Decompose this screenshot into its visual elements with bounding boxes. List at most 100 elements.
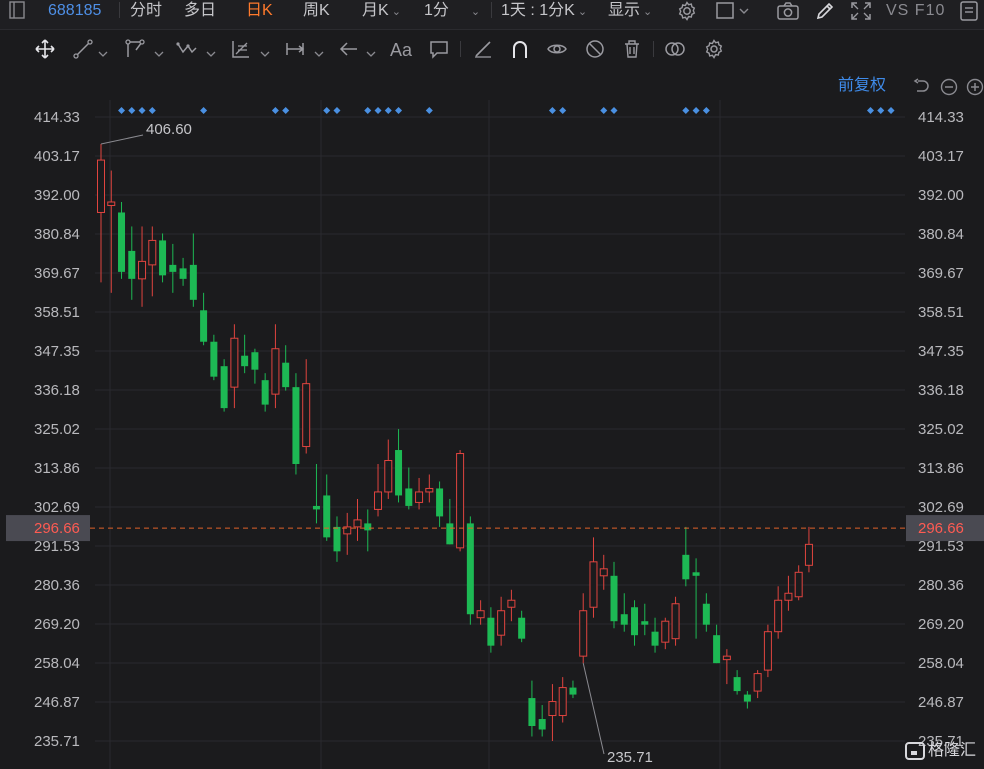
candle-body-up [579,610,588,657]
ruler-icon[interactable] [472,38,500,62]
settings-gear-icon[interactable] [676,0,700,24]
event-marker [395,107,403,114]
candle-body-down [743,694,751,702]
polyline-icon[interactable] [124,38,152,62]
compare-f10-label[interactable]: VS F10 [886,0,945,22]
range-icon[interactable] [284,38,312,62]
event-marker [364,107,372,114]
candle-body-up [476,610,485,619]
event-marker [333,107,341,114]
candlestick-chart[interactable]: 414.33 414.33 403.17 403.17 392.00 392.00 380.… [0,70,984,769]
watermark-logo-icon [905,742,925,760]
y-tick-label-left: 392.00 [34,187,80,204]
y-tick-label-right: 336.18 [918,382,964,399]
candle-body-down [733,677,741,692]
chevron-down-icon[interactable] [366,45,376,57]
tab-intraday[interactable]: 分时 [130,0,162,22]
candle-body-down [169,264,177,272]
trash-icon[interactable] [621,38,649,62]
y-tick-label-right: 403.17 [918,148,964,165]
candle-body-up [271,348,280,395]
chart-area[interactable]: 414.33 414.33 403.17 403.17 392.00 392.00 380.… [0,70,984,769]
candle-body-down [189,264,197,300]
candle-body-down [487,617,495,646]
move-icon[interactable] [34,38,62,62]
candle-body-down [631,607,639,636]
fib-icon[interactable] [230,38,258,62]
y-tick-label-left: 269.20 [34,616,80,633]
event-marker [128,107,136,114]
tab-daily-k[interactable]: 日K [246,0,273,22]
layout-icon[interactable] [715,0,749,24]
link-icon[interactable] [664,38,692,62]
min-label-leader [582,663,605,755]
text-tool[interactable]: Aa [390,39,412,61]
candle-body-up [302,383,311,448]
event-marker [118,107,126,114]
tab-weekly-k[interactable]: 周K [303,0,330,22]
period-select-value: 1天 : 1分K [501,2,575,19]
sidebar-toggle-icon[interactable] [8,0,32,24]
y-tick-label-right: 280.36 [918,577,964,594]
candle-body-down [333,526,341,552]
y-tick-label-left: 280.36 [34,577,80,594]
tab-multiday[interactable]: 多日 [184,0,216,22]
pencil-icon[interactable] [814,0,838,24]
current-price-label-right: 296.66 [918,520,964,537]
y-tick-label-right: 369.67 [918,265,964,282]
settings-icon[interactable] [703,38,731,62]
y-tick-label-right: 347.35 [918,343,964,360]
window-icon[interactable] [958,0,982,24]
event-marker [374,107,382,114]
candle-body-up [722,655,731,661]
candle-body-up [415,491,424,503]
magnet-icon[interactable] [509,38,537,62]
line-icon[interactable] [72,38,100,62]
chevron-down-icon[interactable] [98,45,108,57]
chevron-down-icon[interactable] [206,45,216,57]
y-tick-label-left: 336.18 [34,382,80,399]
eye-icon[interactable] [546,38,574,62]
candle-body-up [507,599,516,608]
display-menu[interactable]: 显示 ⌄ [608,0,652,22]
y-tick-label-left: 246.87 [34,694,80,711]
fullscreen-icon[interactable] [849,0,873,24]
candle-body-down [220,366,228,409]
event-marker [148,107,156,114]
y-tick-label-right: 258.04 [918,655,964,672]
y-tick-label-left: 369.67 [34,265,80,282]
chevron-down-icon[interactable] [314,45,324,57]
y-tick-label-right: 392.00 [918,187,964,204]
tab-monthly-k-label: 月K [362,2,389,19]
candle-body-down [651,631,659,646]
tab-monthly-k[interactable]: 月K ⌄ [362,0,401,22]
event-marker [600,107,608,114]
y-tick-label-right: 246.87 [918,694,964,711]
candle-body-down [446,523,454,545]
period-select[interactable]: 1天 : 1分K ⌄ [501,0,587,22]
camera-icon[interactable] [776,0,800,24]
candle-body-up [138,260,147,280]
display-menu-label: 显示 [608,2,641,19]
tab-minute[interactable]: 1分 ⌄ [424,0,480,22]
candle-body-up [107,201,116,206]
watermark-text: 格隆汇 [928,742,977,759]
candle-body-down [118,212,126,272]
candle-body-up [804,543,813,566]
comment-icon[interactable] [428,38,456,62]
hide-icon[interactable] [584,38,612,62]
candle-body-down [436,488,444,517]
y-tick-label-right: 414.33 [918,109,964,126]
chevron-down-icon[interactable] [260,45,270,57]
event-marker [877,107,885,114]
chevron-down-icon[interactable] [154,45,164,57]
y-tick-label-right: 358.51 [918,304,964,321]
toolbar-divider [653,41,654,57]
y-tick-label-left: 258.04 [34,655,80,672]
y-tick-label-right: 313.86 [918,460,964,477]
arrow-left-icon[interactable] [338,38,366,62]
wave-icon[interactable] [176,38,204,62]
stock-code[interactable]: 688185 [48,0,101,22]
candle-body-up [384,460,393,493]
chevron-down-icon: ⌄ [470,6,481,18]
